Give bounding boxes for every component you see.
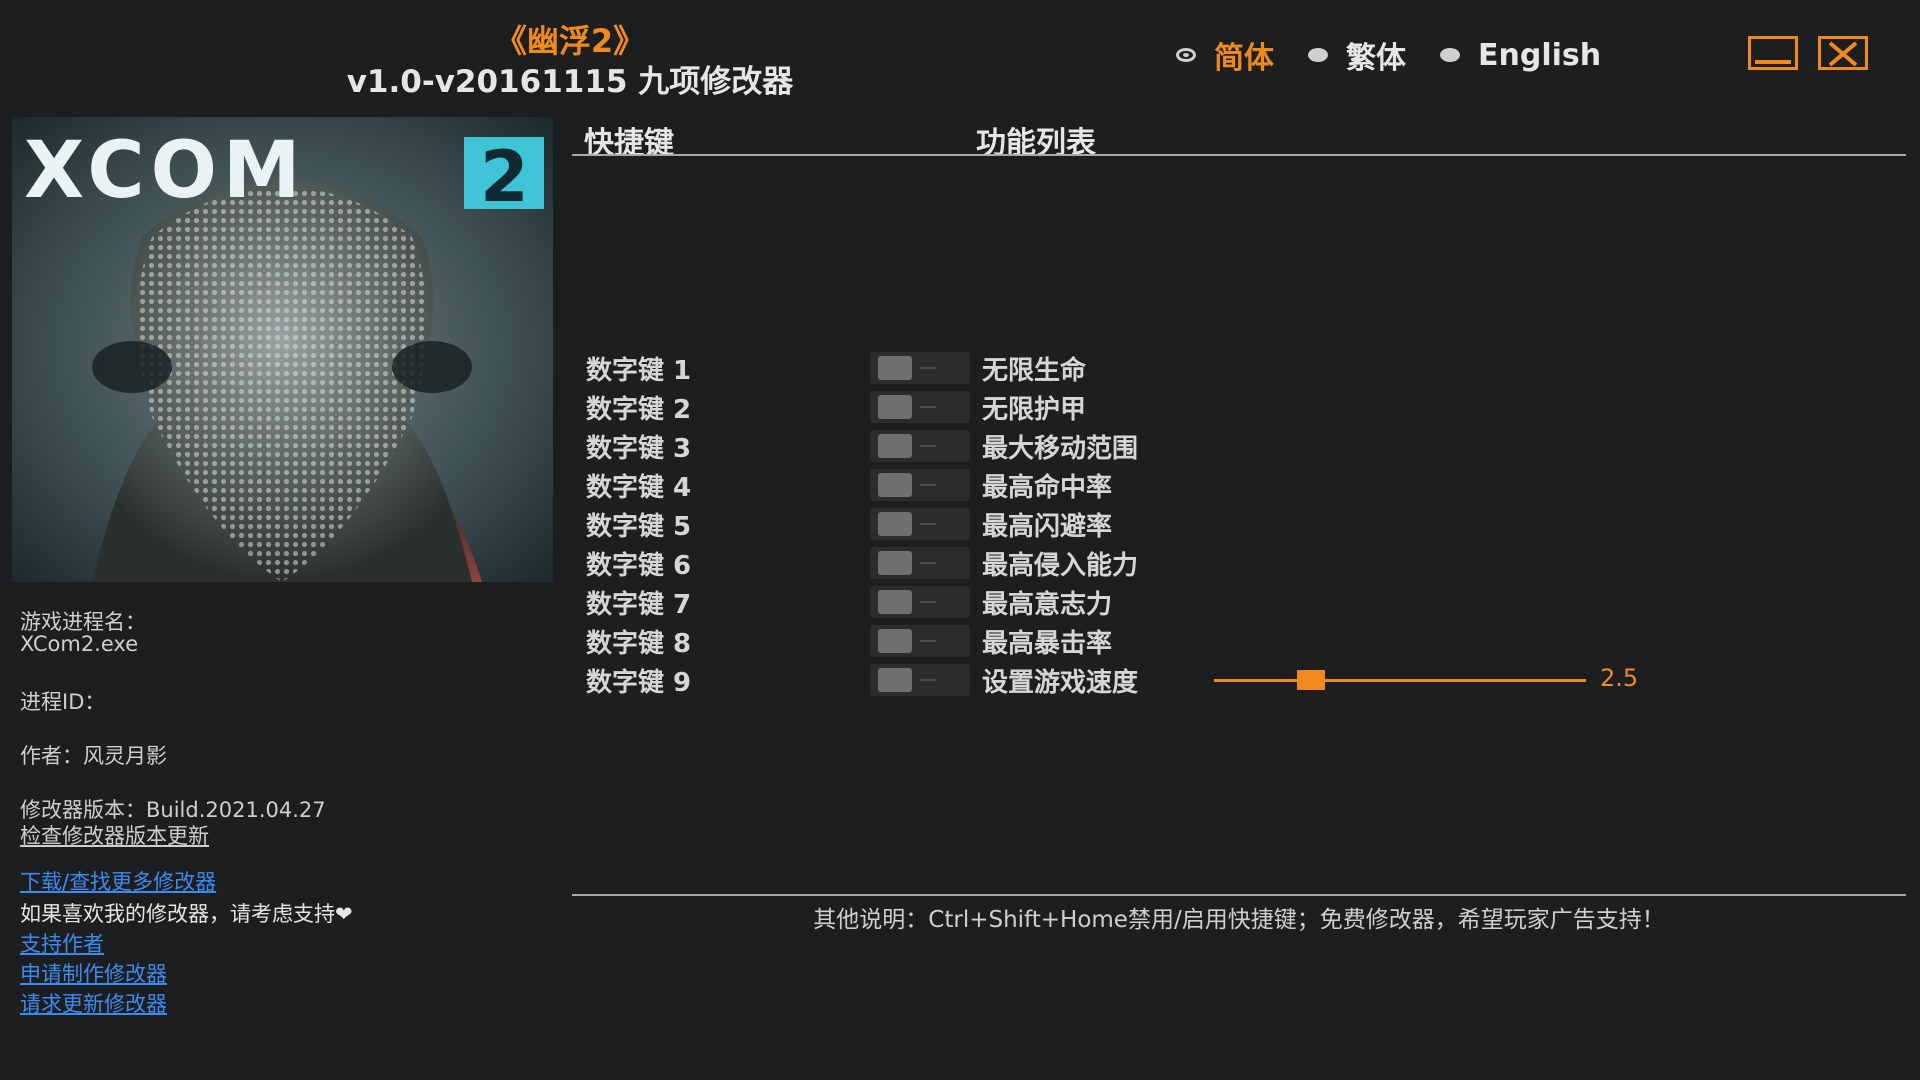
feature-label: 无限护甲 bbox=[982, 395, 1087, 425]
footer-note: 其他说明：Ctrl+Shift+Home禁用/启用快捷键；免费修改器，希望玩家广… bbox=[813, 907, 1665, 933]
cheat-toggle[interactable] bbox=[870, 391, 970, 423]
toggle-off-mark bbox=[920, 523, 936, 525]
toggle-knob bbox=[878, 395, 912, 419]
cheat-toggle[interactable] bbox=[870, 430, 970, 462]
cheat-row: 数字键 3 最大移动范围 bbox=[586, 428, 1886, 464]
cheat-row: 数字键 5 最高闪避率 bbox=[586, 506, 1886, 542]
cover-art-illustration: XCOM 2 bbox=[12, 117, 553, 582]
toggle-off-mark bbox=[920, 640, 936, 642]
trainer-window: 《幽浮2》 v1.0-v20161115 九项修改器 简体 繁体 English bbox=[0, 0, 1920, 1080]
hotkey-label: 数字键 3 bbox=[586, 434, 692, 464]
cheat-toggle[interactable] bbox=[870, 625, 970, 657]
feature-label: 最高意志力 bbox=[982, 590, 1113, 620]
feature-label: 最高暴击率 bbox=[982, 629, 1113, 659]
toggle-off-mark bbox=[920, 679, 936, 681]
cover-logo-number: 2 bbox=[480, 136, 529, 218]
process-name-value: XCom2.exe bbox=[20, 632, 139, 656]
author-label: 作者：风灵月影 bbox=[20, 744, 167, 768]
request-update-link[interactable]: 请求更新修改器 bbox=[20, 988, 167, 1018]
hotkey-label: 数字键 2 bbox=[586, 395, 692, 425]
feature-label: 最大移动范围 bbox=[982, 434, 1139, 464]
lang-label: English bbox=[1478, 37, 1602, 73]
header-divider bbox=[572, 154, 1906, 156]
feature-label: 最高闪避率 bbox=[982, 512, 1113, 542]
support-message: 如果喜欢我的修改器，请考虑支持❤ bbox=[20, 902, 353, 926]
cheat-row: 数字键 1 无限生命 bbox=[586, 350, 1886, 386]
hotkey-label: 数字键 9 bbox=[586, 668, 692, 698]
download-more-link[interactable]: 下载/查找更多修改器 bbox=[20, 866, 216, 896]
trainer-version-title: v1.0-v20161115 九项修改器 bbox=[346, 64, 794, 100]
feature-label: 最高命中率 bbox=[982, 473, 1113, 503]
toggle-off-mark bbox=[920, 445, 936, 447]
toggle-knob bbox=[878, 551, 912, 575]
check-update-link[interactable]: 检查修改器版本更新 bbox=[20, 820, 209, 850]
footer-divider bbox=[572, 894, 1906, 896]
radio-selected-icon bbox=[1176, 48, 1196, 62]
cheat-toggle[interactable] bbox=[870, 469, 970, 501]
hotkey-label: 数字键 5 bbox=[586, 512, 692, 542]
radio-icon bbox=[1440, 48, 1460, 62]
lang-option-simplified[interactable]: 简体 bbox=[1176, 33, 1274, 77]
lang-option-traditional[interactable]: 繁体 bbox=[1308, 33, 1406, 77]
toggle-knob bbox=[878, 434, 912, 458]
slider-thumb[interactable] bbox=[1296, 670, 1325, 690]
game-speed-slider[interactable] bbox=[1214, 662, 1586, 698]
cheat-toggle[interactable] bbox=[870, 664, 970, 696]
close-button[interactable] bbox=[1818, 36, 1868, 70]
radio-icon bbox=[1308, 48, 1328, 62]
toggle-off-mark bbox=[920, 406, 936, 408]
feature-label: 最高侵入能力 bbox=[982, 551, 1139, 581]
cheat-toggle[interactable] bbox=[870, 547, 970, 579]
hotkey-label: 数字键 7 bbox=[586, 590, 692, 620]
process-id-label: 进程ID： bbox=[20, 690, 106, 714]
game-speed-value: 2.5 bbox=[1600, 664, 1639, 692]
cheat-row: 数字键 4 最高命中率 bbox=[586, 467, 1886, 503]
slider-track bbox=[1214, 679, 1586, 682]
toggle-off-mark bbox=[920, 601, 936, 603]
feature-label: 设置游戏速度 bbox=[982, 668, 1139, 698]
cheat-row: 数字键 9 设置游戏速度 2.5 bbox=[586, 662, 1886, 698]
toggle-knob bbox=[878, 629, 912, 653]
close-icon bbox=[1828, 41, 1858, 67]
minimize-button[interactable] bbox=[1748, 36, 1798, 70]
cheat-row: 数字键 6 最高侵入能力 bbox=[586, 545, 1886, 581]
toggle-off-mark bbox=[920, 562, 936, 564]
toggle-knob bbox=[878, 473, 912, 497]
hotkey-label: 数字键 6 bbox=[586, 551, 692, 581]
language-selector: 简体 繁体 English bbox=[1176, 34, 1635, 76]
toggle-knob bbox=[878, 590, 912, 614]
request-trainer-link[interactable]: 申请制作修改器 bbox=[20, 958, 167, 988]
toggle-off-mark bbox=[920, 367, 936, 369]
cover-logo-text: XCOM bbox=[24, 126, 307, 216]
cheat-toggle[interactable] bbox=[870, 508, 970, 540]
cheat-row: 数字键 7 最高意志力 bbox=[586, 584, 1886, 620]
toggle-off-mark bbox=[920, 484, 936, 486]
support-author-link[interactable]: 支持作者 bbox=[20, 928, 104, 958]
toggle-knob bbox=[878, 668, 912, 692]
cheat-row: 数字键 8 最高暴击率 bbox=[586, 623, 1886, 659]
lang-option-english[interactable]: English bbox=[1440, 38, 1601, 73]
cheat-row: 数字键 2 无限护甲 bbox=[586, 389, 1886, 425]
cheat-toggle[interactable] bbox=[870, 352, 970, 384]
lang-label: 简体 bbox=[1214, 41, 1274, 76]
hotkey-label: 数字键 8 bbox=[586, 629, 692, 659]
hotkey-label: 数字键 1 bbox=[586, 356, 692, 386]
game-cover-image: XCOM 2 bbox=[12, 117, 553, 582]
feature-label: 无限生命 bbox=[982, 356, 1087, 386]
cheat-toggle[interactable] bbox=[870, 586, 970, 618]
hotkey-label: 数字键 4 bbox=[586, 473, 692, 503]
lang-label: 繁体 bbox=[1346, 41, 1406, 76]
toggle-knob bbox=[878, 356, 912, 380]
toggle-knob bbox=[878, 512, 912, 536]
